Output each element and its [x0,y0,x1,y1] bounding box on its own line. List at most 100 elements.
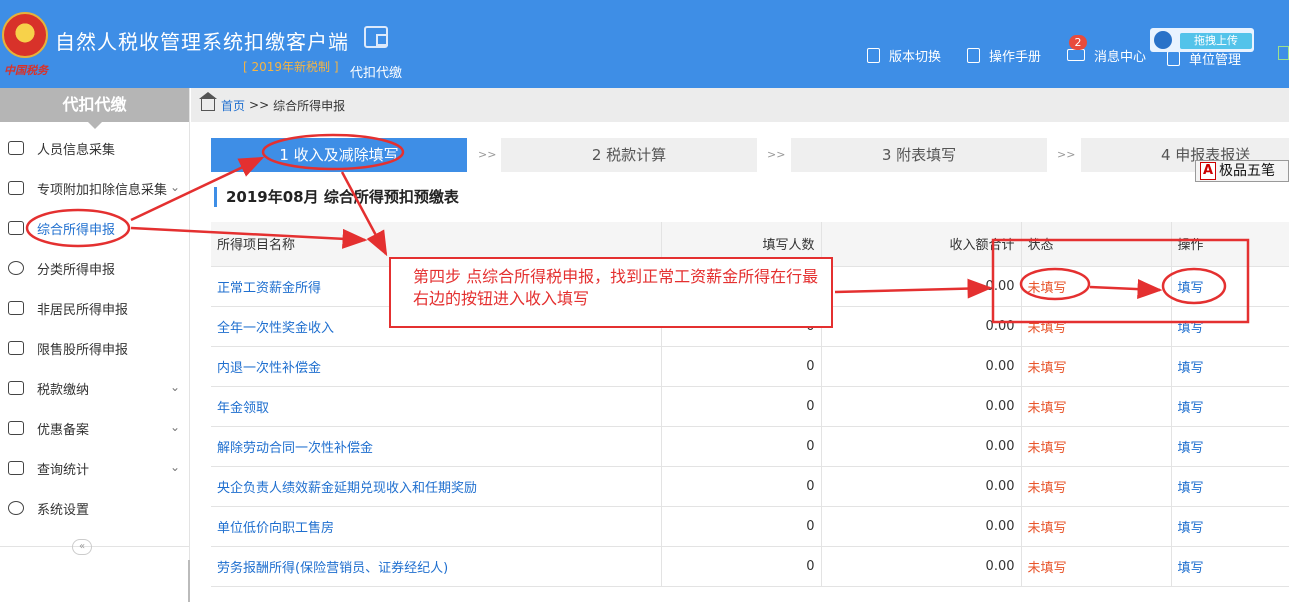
nav-manual[interactable]: 操作手册 [967,45,1041,65]
document-icon [8,421,24,435]
table-row: 劳务报酬所得(保险营销员、证券经纪人) 0 0.00 未填写 填写 [211,546,1289,587]
sidebar-item-tax-payment[interactable]: 税款缴纳 ⌄ [0,368,190,408]
income-item-name[interactable]: 年金领取 [211,386,662,427]
app-subtitle: [ 2019年新税制 ] [243,60,339,74]
layers-icon [8,221,24,235]
status-text: 未填写 [1021,546,1172,587]
sidebar-item-query-stats[interactable]: 查询统计 ⌄ [0,448,190,488]
step-tax-calculation[interactable]: 2 税款计算 [501,138,757,172]
sidebar: 代扣代缴 人员信息采集 专项附加扣除信息采集 ⌄ 综合所得申报 分类所得申报 非… [0,88,190,602]
chevron-down-icon: ⌄ [169,180,180,194]
section-title: 2019年08月 综合所得预扣预缴表 [214,187,459,207]
upload-label: 拖拽上传 [1180,33,1252,49]
table-row: 年金领取 0 0.00 未填写 填写 [211,386,1289,427]
app-title: 自然人税收管理系统扣缴客户端 [55,30,349,54]
step-separator: >> [767,148,786,161]
income-item-name[interactable]: 解除劳动合同一次性补偿金 [211,426,662,467]
wallet-icon[interactable] [364,26,388,48]
breadcrumb-home[interactable]: 首页 [221,97,245,114]
fill-link[interactable]: 填写 [1171,346,1289,387]
drag-upload-widget[interactable]: 拖拽上传 [1150,28,1254,52]
fill-link[interactable]: 填写 [1171,546,1289,587]
pie-icon [8,261,24,275]
breadcrumb: 首页 >> 综合所得申报 [191,88,1289,122]
sidebar-item-label: 税款缴纳 [37,382,90,398]
filled-count: 0 [661,506,822,547]
status-text: 未填写 [1021,426,1172,467]
sidebar-item-category-income[interactable]: 分类所得申报 [0,248,190,288]
mail-icon [1067,49,1085,61]
ime-logo-icon: A [1200,162,1216,180]
status-text: 未填写 [1021,266,1172,307]
sidebar-item-label: 人员信息采集 [37,142,116,158]
sidebar-item-label: 分类所得申报 [37,262,116,278]
table-row: 单位低价向职工售房 0 0.00 未填写 填写 [211,506,1289,547]
manual-icon [967,47,980,63]
status-text: 未填写 [1021,506,1172,547]
step-separator: >> [478,148,497,161]
income-total: 0.00 [821,546,1022,587]
person-icon [8,141,24,155]
user-outline-icon [8,301,24,315]
income-total: 0.00 [821,386,1022,427]
column-header: 收入额合计 [821,222,1022,267]
status-text: 未填写 [1021,346,1172,387]
sidebar-item-restricted-stock[interactable]: 限售股所得申报 [0,328,190,368]
table-row: 央企负责人绩效薪金延期兑现收入和任期奖励 0 0.00 未填写 填写 [211,466,1289,507]
sidebar-item-label: 非居民所得申报 [37,302,129,318]
filled-count: 0 [661,346,822,387]
chevron-down-icon: ⌄ [169,420,180,434]
fill-link[interactable]: 填写 [1171,266,1289,307]
filled-count: 0 [661,546,822,587]
income-total: 0.00 [821,426,1022,467]
filled-count: 0 [661,386,822,427]
fill-link[interactable]: 填写 [1171,506,1289,547]
sidebar-item-system-settings[interactable]: 系统设置 [0,488,190,528]
sidebar-divider [0,546,190,547]
breadcrumb-current: 综合所得申报 [273,98,346,113]
income-item-name[interactable]: 央企负责人绩效薪金延期兑现收入和任期奖励 [211,466,662,507]
nav-label: 消息中心 [1094,49,1147,65]
nav-version-switch[interactable]: 版本切换 [867,45,941,65]
fill-link[interactable]: 填写 [1171,466,1289,507]
tax-emblem-icon [2,12,48,58]
sidebar-item-label: 限售股所得申报 [37,342,129,358]
income-item-name[interactable]: 单位低价向职工售房 [211,506,662,547]
emblem-script: 中国税务 [4,64,48,77]
column-header: 状态 [1021,222,1172,267]
bar-chart-icon [8,341,24,355]
fill-link[interactable]: 填写 [1171,426,1289,467]
nav-label: 操作手册 [989,49,1042,65]
app-header: 中国税务 自然人税收管理系统扣缴客户端 [ 2019年新税制 ] 代扣代缴 版本… [0,0,1289,88]
sidebar-item-label: 优惠备案 [37,422,90,438]
scrollbar[interactable] [188,560,190,602]
income-total: 0.00 [821,306,1022,347]
income-total: 0.00 [821,466,1022,507]
sidebar-item-special-deduction[interactable]: 专项附加扣除信息采集 ⌄ [0,168,190,208]
sidebar-item-comprehensive-income[interactable]: 综合所得申报 [0,208,190,248]
sidebar-item-preferential-filing[interactable]: 优惠备案 ⌄ [0,408,190,448]
cloud-upload-icon [1154,31,1172,49]
filled-count: 0 [661,426,822,467]
fill-link[interactable]: 填写 [1171,386,1289,427]
module-label[interactable]: 代扣代缴 [350,62,402,81]
home-icon[interactable] [199,92,217,111]
sidebar-item-nonresident-income[interactable]: 非居民所得申报 [0,288,190,328]
table-row: 解除劳动合同一次性补偿金 0 0.00 未填写 填写 [211,426,1289,467]
step-schedule-fill[interactable]: 3 附表填写 [791,138,1047,172]
sidebar-collapse-button[interactable]: « [72,539,92,555]
exit-icon[interactable] [1278,46,1289,60]
income-item-name[interactable]: 内退一次性补偿金 [211,346,662,387]
step-separator: >> [1057,148,1076,161]
income-total: 0.00 [821,266,1022,307]
sidebar-item-person-info[interactable]: 人员信息采集 [0,128,190,168]
status-text: 未填写 [1021,466,1172,507]
step-income-deduction[interactable]: 1 收入及减除填写 [211,138,467,172]
column-header: 操作 [1171,222,1289,267]
sidebar-item-label: 系统设置 [37,502,90,518]
income-item-name[interactable]: 劳务报酬所得(保险营销员、证券经纪人) [211,546,662,587]
ime-toolbar[interactable]: A 极品五笔 [1195,160,1289,182]
fill-link[interactable]: 填写 [1171,306,1289,347]
ime-label: 极品五笔 [1219,163,1275,179]
sidebar-heading: 代扣代缴 [0,88,189,129]
